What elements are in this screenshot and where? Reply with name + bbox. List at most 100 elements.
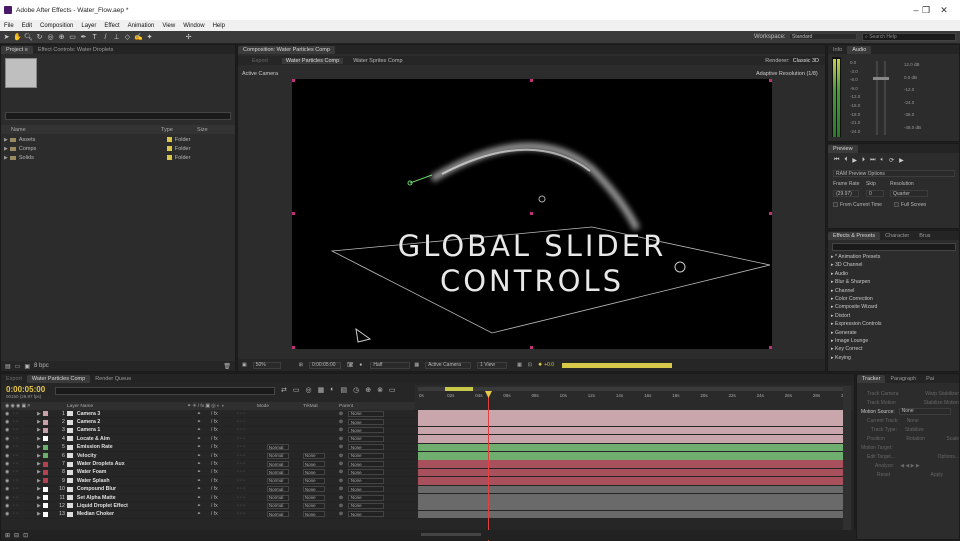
visibility-icon[interactable]: ◉ bbox=[5, 436, 13, 442]
shy-switch-icon[interactable]: ⚭ bbox=[197, 444, 211, 450]
label-color[interactable] bbox=[42, 419, 48, 425]
quality-switch-icon[interactable]: ▫ ▫ ▫ bbox=[237, 427, 267, 433]
selection-tool-icon[interactable]: ➤ bbox=[2, 33, 11, 42]
shy-switch-icon[interactable]: ⚭ bbox=[197, 503, 211, 509]
slider-track-left[interactable] bbox=[876, 61, 878, 135]
quality-switch-icon[interactable]: ▫ ▫ ▫ bbox=[237, 419, 267, 425]
workspace-select[interactable]: Standard bbox=[789, 33, 857, 40]
menu-window[interactable]: Window bbox=[179, 23, 208, 29]
work-area-bar[interactable] bbox=[418, 387, 848, 391]
label-color[interactable] bbox=[42, 427, 48, 433]
expand-icon[interactable]: ▶ bbox=[37, 495, 41, 501]
fx-switch-icon[interactable]: / fx bbox=[211, 411, 237, 417]
effect-category[interactable]: ▸ Composite Wizard bbox=[831, 303, 881, 311]
lock-icon[interactable]: ▫ ▫ bbox=[13, 436, 37, 442]
stabilize-motion-button[interactable]: Stabilize Motion bbox=[924, 399, 959, 408]
quality-switch-icon[interactable]: ▫ ▫ ▫ bbox=[237, 503, 267, 509]
visibility-icon[interactable]: ◉ bbox=[5, 486, 13, 492]
loop-icon[interactable]: ⟳ bbox=[889, 157, 894, 164]
col-size[interactable]: Size bbox=[197, 127, 208, 133]
timeline-search-input[interactable] bbox=[55, 387, 275, 395]
pickwhip-icon[interactable]: ⊚ bbox=[339, 427, 348, 433]
tab-project[interactable]: Project ≡ bbox=[1, 46, 33, 54]
comp-viewer[interactable]: GLOBAL SLIDER CONTROLS bbox=[292, 79, 772, 349]
expand-icon[interactable]: ▶ bbox=[37, 478, 41, 484]
table-row[interactable]: ◉ ▫ ▫ ▶ 6 Velocity ⚭ / fx ▫ ▫ ▫ Normal None ⊚ None bbox=[1, 452, 415, 461]
subtab-water-particles[interactable]: Water Particles Comp bbox=[281, 57, 344, 64]
expand-icon[interactable]: ▶ bbox=[37, 436, 41, 442]
time-ruler[interactable]: 0s 02s 04s 06s 08s 10s 12s 14s 16s 18s 20s 22s 24s 26… bbox=[415, 393, 853, 405]
pickwhip-icon[interactable]: ⊚ bbox=[339, 411, 348, 417]
view-layout-select[interactable]: 1 View bbox=[477, 361, 508, 369]
layer-duration-bar[interactable] bbox=[418, 460, 843, 468]
camera-select[interactable]: Active Camera bbox=[425, 361, 472, 369]
layer-duration-bar[interactable] bbox=[418, 410, 843, 418]
new-folder-icon[interactable]: ▭ bbox=[15, 363, 21, 370]
pickwhip-icon[interactable]: ⊚ bbox=[339, 461, 348, 467]
expand-icon[interactable]: ▶ bbox=[37, 427, 41, 433]
layer-duration-bar[interactable] bbox=[418, 418, 843, 426]
menu-animation[interactable]: Animation bbox=[124, 23, 159, 29]
expand-icon[interactable]: ▶ bbox=[4, 155, 8, 161]
from-current-checkbox[interactable]: From Current Time bbox=[833, 200, 882, 209]
parent-select[interactable]: None bbox=[347, 469, 384, 476]
lock-icon[interactable]: ▫ ▫ bbox=[13, 511, 37, 517]
menu-file[interactable]: File bbox=[0, 23, 18, 29]
fx-switch-icon[interactable]: / fx bbox=[211, 469, 237, 475]
slider-thumb-right[interactable] bbox=[881, 77, 889, 80]
trkmat-select[interactable]: None bbox=[302, 502, 325, 509]
roto-tool-icon[interactable]: ✍ bbox=[134, 33, 143, 42]
parent-select[interactable]: None bbox=[347, 486, 384, 493]
fx-switch-icon[interactable]: / fx bbox=[211, 478, 237, 484]
tab-export-comp[interactable]: Export bbox=[1, 375, 27, 383]
project-search-input[interactable] bbox=[5, 112, 231, 120]
trkmat-select[interactable]: None bbox=[302, 469, 325, 476]
col-trkmat[interactable]: TrkMat bbox=[303, 404, 339, 409]
ram-preview-icon[interactable]: ▶ bbox=[899, 157, 904, 164]
mode-select[interactable]: Normal bbox=[266, 452, 289, 459]
layer-name[interactable]: Camera 3 bbox=[77, 411, 197, 417]
analyze-controls-icon[interactable]: ◀ ◀ ▶ ▶ bbox=[900, 462, 920, 471]
effect-category[interactable]: ▸ Expression Controls bbox=[831, 320, 881, 328]
lock-icon[interactable]: ▫ ▫ bbox=[13, 461, 37, 467]
fx-switch-icon[interactable]: / fx bbox=[211, 486, 237, 492]
fx-switch-icon[interactable]: / fx bbox=[211, 436, 237, 442]
flowchart-icon[interactable]: ⊡ bbox=[528, 362, 532, 368]
tab-composition[interactable]: Composition: Water Particles Comp bbox=[238, 46, 335, 54]
table-row[interactable]: ◉ ▫ ▫ ▶ 9 Water Splash ⚭ / fx ▫ ▫ ▫ Normal None ⊚ N… bbox=[1, 477, 415, 486]
expand-icon[interactable]: ▶ bbox=[37, 486, 41, 492]
table-row[interactable]: ◉ ▫ ▫ ▶ 2 Camera 2 ⚭ / fx ▫ ▫ ▫ ⊚ None bbox=[1, 418, 415, 427]
layer-name[interactable]: Liquid Droplet Effect bbox=[77, 503, 197, 509]
shy-switch-icon[interactable]: ⚭ bbox=[197, 486, 211, 492]
track-camera-button[interactable]: Track Camera bbox=[861, 390, 899, 399]
quality-switch-icon[interactable]: ▫ ▫ ▫ bbox=[237, 495, 267, 501]
last-frame-icon[interactable]: ⏭ bbox=[870, 157, 875, 164]
position-checkbox[interactable]: Position bbox=[861, 435, 885, 444]
visibility-icon[interactable]: ◉ bbox=[5, 411, 13, 417]
quality-switch-icon[interactable]: ▫ ▫ ▫ bbox=[237, 444, 267, 450]
table-row[interactable]: ◉ ▫ ▫ ▶ 1 Camera 3 ⚭ / fx ▫ ▫ ▫ ⊚ None bbox=[1, 410, 415, 419]
layer-duration-bar[interactable] bbox=[418, 435, 843, 443]
interpret-icon[interactable]: ▤ bbox=[5, 363, 11, 370]
lock-icon[interactable]: ▫ ▫ bbox=[13, 469, 37, 475]
zoom-slider[interactable] bbox=[421, 533, 481, 536]
lock-icon[interactable]: ▫ ▫ bbox=[13, 427, 37, 433]
layer-duration-bar[interactable] bbox=[418, 426, 843, 435]
mode-select[interactable]: Normal bbox=[266, 502, 289, 509]
shy-switch-icon[interactable]: ⚭ bbox=[197, 419, 211, 425]
shy-switch-icon[interactable]: ⚭ bbox=[197, 478, 211, 484]
parent-select[interactable]: None bbox=[347, 419, 384, 426]
quality-switch-icon[interactable]: ▫ ▫ ▫ bbox=[237, 486, 267, 492]
tab-paragraph[interactable]: Paragraph bbox=[885, 375, 921, 383]
fx-switch-icon[interactable]: / fx bbox=[211, 495, 237, 501]
lock-icon[interactable]: ▫ ▫ bbox=[13, 478, 37, 484]
menu-help[interactable]: Help bbox=[209, 23, 229, 29]
expand-icon[interactable]: ▶ bbox=[37, 419, 41, 425]
reset-button[interactable]: Reset bbox=[861, 471, 890, 480]
shy-switch-icon[interactable]: ⚭ bbox=[197, 453, 211, 459]
expand-icon[interactable]: ▶ bbox=[37, 469, 41, 475]
pickwhip-icon[interactable]: ⊚ bbox=[339, 511, 348, 517]
next-frame-icon[interactable]: ⏵ bbox=[862, 157, 865, 164]
parent-select[interactable]: None bbox=[347, 502, 384, 509]
mode-select[interactable]: Normal bbox=[266, 486, 289, 493]
